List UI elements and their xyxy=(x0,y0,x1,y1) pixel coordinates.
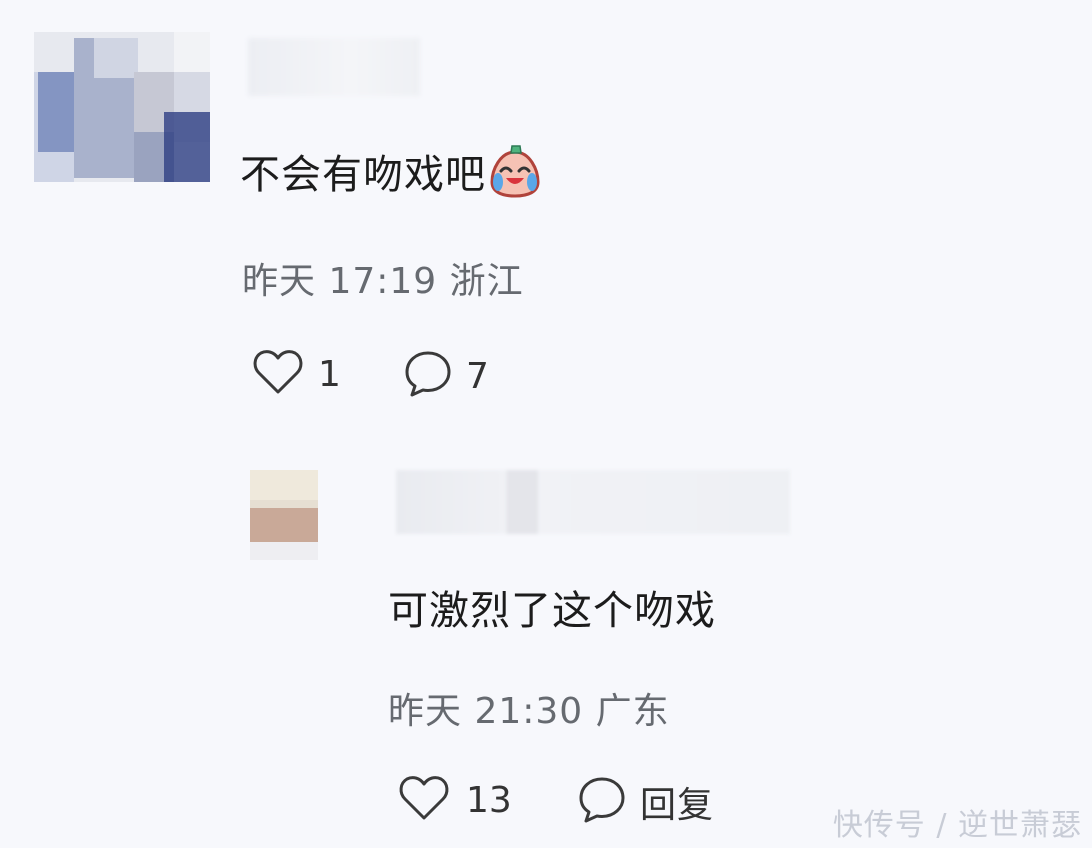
like-count: 1 xyxy=(318,353,341,395)
comment-body: 不会有吻戏吧 xyxy=(240,142,544,206)
reply-label: 回复 xyxy=(640,785,715,826)
reply-like-count: 13 xyxy=(466,779,512,821)
heart-icon xyxy=(398,774,450,826)
comment-thread: 不会有吻戏吧 昨天 17:19 浙江 1 7 可激烈了这个吻戏 昨天 21:30… xyxy=(0,0,1092,848)
reply-count: 7 xyxy=(466,355,489,397)
heart-icon xyxy=(252,348,304,400)
comment-meta: 昨天 17:19 浙江 xyxy=(242,261,524,302)
like-button[interactable]: 1 xyxy=(252,348,341,400)
comment-bubble-icon xyxy=(576,774,628,830)
reply-count-button[interactable]: 7 xyxy=(402,348,489,404)
reply-button[interactable]: 回复 xyxy=(576,774,714,830)
laughing-crying-face-emoji xyxy=(486,144,544,202)
reply-like-button[interactable]: 13 xyxy=(398,774,512,826)
username-blurred[interactable] xyxy=(248,38,420,96)
comment-text: 不会有吻戏吧 xyxy=(240,152,486,198)
comment-bubble-icon xyxy=(402,348,454,404)
reply-text: 可激烈了这个吻戏 xyxy=(388,588,716,634)
reply-username-blurred[interactable] xyxy=(396,470,790,534)
avatar[interactable] xyxy=(34,32,210,182)
reply-meta: 昨天 21:30 广东 xyxy=(388,691,670,732)
reply-avatar[interactable] xyxy=(250,470,318,560)
watermark: 快传号 / 逆世萧瑟 xyxy=(832,808,1082,843)
